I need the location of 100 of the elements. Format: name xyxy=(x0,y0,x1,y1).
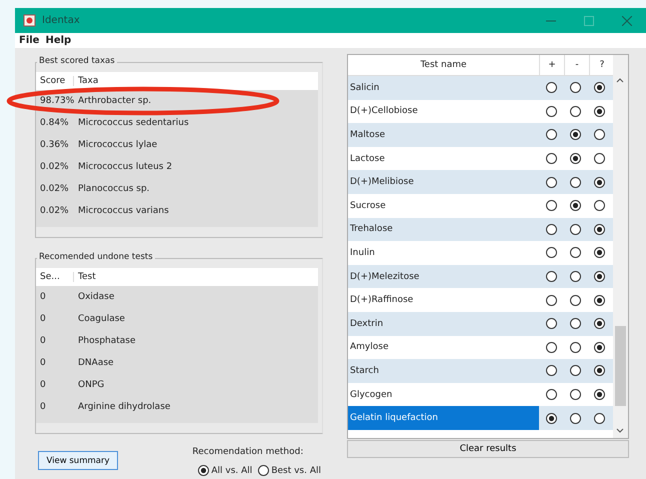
recommendation-method-label: Recomendation method: xyxy=(192,447,304,457)
scroll-down-icon[interactable] xyxy=(616,428,624,434)
clear-results-button[interactable]: Clear results xyxy=(347,440,629,458)
radio-button[interactable] xyxy=(594,153,604,164)
radio-button[interactable] xyxy=(594,412,604,424)
radio-button[interactable] xyxy=(570,200,580,212)
table-cell: 0.36% xyxy=(36,140,74,150)
radio-button[interactable] xyxy=(546,389,556,400)
radio-button[interactable] xyxy=(594,106,604,117)
radio-button[interactable] xyxy=(594,82,604,94)
table-cell[interactable]: D(+)Raffinose xyxy=(348,288,539,312)
radio-button[interactable] xyxy=(594,129,604,140)
radio-button[interactable] xyxy=(546,129,556,140)
radio-button[interactable] xyxy=(570,412,580,424)
radio-button[interactable] xyxy=(594,342,604,353)
radio-button[interactable] xyxy=(546,294,556,306)
radio-button[interactable] xyxy=(594,365,604,376)
table-cell-text: Micrococcus sedentarius xyxy=(77,118,189,128)
radio-button[interactable] xyxy=(258,465,270,476)
radio-button[interactable] xyxy=(570,106,580,117)
table-cell-text: Micrococcus lylae xyxy=(77,140,158,150)
radio-button[interactable] xyxy=(570,176,580,188)
radio-button[interactable] xyxy=(570,318,580,330)
radio-button[interactable] xyxy=(546,318,556,330)
radio-label[interactable]: Best vs. All xyxy=(271,466,321,476)
scrollbar[interactable] xyxy=(613,55,628,438)
table-cell-text: DNAase xyxy=(77,358,114,368)
group-title: Best scored taxas xyxy=(37,56,117,66)
radio-button[interactable] xyxy=(546,106,556,117)
group-title: Recomended undone tests xyxy=(37,252,155,262)
radio-button[interactable] xyxy=(594,247,604,258)
radio-label[interactable]: All vs. All xyxy=(211,466,252,476)
menu-item[interactable]: Help xyxy=(45,35,72,46)
table-cell-text: Phosphatase xyxy=(77,336,136,346)
column-header[interactable]: Se... xyxy=(36,272,74,282)
radio-button[interactable] xyxy=(546,82,556,94)
column-header[interactable]: - xyxy=(564,55,589,75)
radio-button[interactable] xyxy=(594,271,604,282)
table-cell[interactable]: Sucrose xyxy=(348,194,539,218)
column-header[interactable]: Score xyxy=(36,76,74,86)
column-header[interactable]: Taxa xyxy=(74,76,98,86)
table-cell-text: Planococcus sp. xyxy=(77,184,150,194)
radio-button[interactable] xyxy=(570,224,580,235)
table-cell: 0.02% xyxy=(36,184,74,194)
radio-button[interactable] xyxy=(570,271,580,282)
table-cell-text: Micrococcus luteus 2 xyxy=(77,162,172,172)
radio-button[interactable] xyxy=(594,294,604,306)
table-cell: 0 xyxy=(36,336,74,346)
table-cell[interactable]: Lactose xyxy=(348,146,539,170)
table-cell: 0 xyxy=(36,358,74,368)
table-cell[interactable]: Glycogen xyxy=(348,382,539,406)
table-cell: 0 xyxy=(36,402,74,412)
radio-button[interactable] xyxy=(570,153,580,164)
radio-button[interactable] xyxy=(570,365,580,376)
table-cell[interactable]: D(+)Cellobiose xyxy=(348,100,539,124)
radio-button[interactable] xyxy=(546,200,556,212)
table-cell-text: Coagulase xyxy=(77,314,125,324)
radio-button[interactable] xyxy=(570,342,580,353)
radio-button[interactable] xyxy=(546,342,556,353)
close-icon[interactable] xyxy=(622,16,632,26)
table-cell-text: Oxidase xyxy=(77,292,114,302)
radio-button[interactable] xyxy=(546,176,556,188)
radio-button[interactable] xyxy=(546,153,556,164)
radio-button[interactable] xyxy=(594,200,604,212)
app-icon xyxy=(23,14,36,27)
radio-button[interactable] xyxy=(198,465,210,476)
table-cell: 0 xyxy=(36,380,74,390)
menu-item[interactable]: File xyxy=(19,35,40,46)
table-cell-text: Arthrobacter sp. xyxy=(77,96,152,106)
table-cell[interactable]: Inulin xyxy=(348,241,539,265)
radio-button[interactable] xyxy=(570,82,580,94)
radio-button[interactable] xyxy=(546,224,556,235)
radio-button[interactable] xyxy=(594,224,604,235)
radio-button[interactable] xyxy=(546,247,556,258)
scrollbar-thumb[interactable] xyxy=(615,326,626,406)
radio-button[interactable] xyxy=(570,247,580,258)
column-header[interactable]: + xyxy=(539,55,564,75)
radio-button[interactable] xyxy=(594,318,604,330)
table-cell: 0.84% xyxy=(36,118,74,128)
table-cell-text: Arginine dihydrolase xyxy=(77,402,170,412)
radio-button[interactable] xyxy=(546,271,556,282)
radio-button[interactable] xyxy=(546,412,556,424)
table-cell: 0 xyxy=(36,292,74,302)
table-cell: 0.02% xyxy=(36,206,74,216)
radio-button[interactable] xyxy=(570,389,580,400)
window-title: Identax xyxy=(42,15,80,26)
radio-button[interactable] xyxy=(594,176,604,188)
radio-button[interactable] xyxy=(546,365,556,376)
column-header[interactable]: Test xyxy=(74,272,96,282)
column-header[interactable]: Test name xyxy=(348,55,539,75)
table-cell[interactable]: Amylose xyxy=(348,336,539,360)
table-cell[interactable]: Gelatin liquefaction xyxy=(348,406,539,430)
table-cell: 98.73% xyxy=(36,96,74,106)
radio-button[interactable] xyxy=(594,389,604,400)
table-cell-text: Micrococcus varians xyxy=(77,206,169,216)
view-summary-button[interactable]: View summary xyxy=(38,451,118,470)
table-cell-text: ONPG xyxy=(77,380,104,390)
scroll-up-icon[interactable] xyxy=(616,77,624,83)
radio-button[interactable] xyxy=(570,129,580,140)
radio-button[interactable] xyxy=(570,294,580,306)
